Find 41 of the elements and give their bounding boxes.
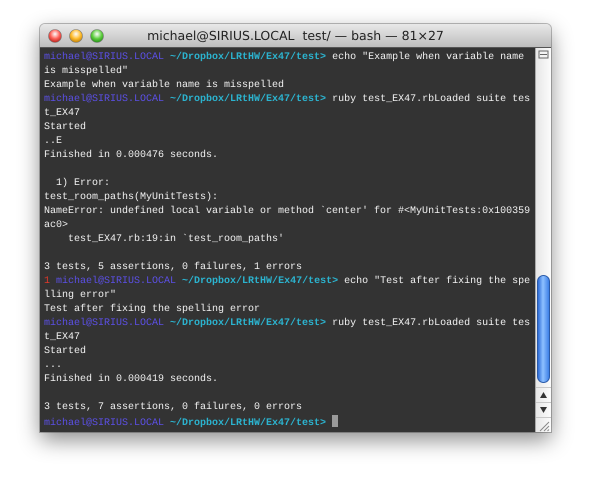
command-text: ruby test_EX47.rbLoaded suite tes [332,94,530,105]
terminal-line: Finished in 0.000419 seconds. [44,374,218,385]
terminal-line: Started [44,346,86,357]
prompt-path: ~/Dropbox/LRtHW/Ex47/test> [170,418,326,429]
terminal-line: NameError: undefined local variable or method `center' for #<MyUnitTests:0x100359 [44,206,530,217]
command-text: ruby test_EX47.rbLoaded suite tes [332,318,530,329]
prompt-path: ~/Dropbox/LRtHW/Ex47/test> [170,52,326,63]
terminal-line: t_EX47 [44,108,80,119]
terminal-line: 1) Error: [55,178,110,189]
command-text: echo "Test after fixing the spe [344,276,530,287]
close-icon[interactable] [48,28,62,42]
zoom-icon[interactable] [90,28,104,42]
prompt-user: michael@SIRIUS.LOCAL [44,318,164,329]
terminal-line: is misspelled" [44,66,128,77]
prompt-user: michael@SIRIUS.LOCAL [44,418,164,429]
resize-grip-icon[interactable] [536,417,551,432]
terminal-line: test_EX47.rb:19:in `test_room_paths' [67,234,284,245]
minimize-icon[interactable] [69,28,83,42]
terminal-line: ... [44,360,62,371]
prompt-path: ~/Dropbox/LRtHW/Ex47/test> [182,276,338,287]
terminal-line: ac0> [44,220,68,231]
terminal-line: Example when variable name is misspelled [44,80,284,91]
command-text: echo "Example when variable name [332,52,524,63]
terminal-line: test_room_paths(MyUnitTests): [44,192,218,203]
prompt-path: ~/Dropbox/LRtHW/Ex47/test> [170,94,326,105]
terminal-line: Test after fixing the spelling error [44,304,260,315]
window-title: michael@SIRIUS.LOCAL test/ — bash — 81×27 [146,28,445,43]
scrollbar[interactable] [535,48,551,432]
prompt-user: michael@SIRIUS.LOCAL [44,94,164,105]
terminal-line: 3 tests, 7 assertions, 0 failures, 0 errors [44,402,302,413]
prompt-user: michael@SIRIUS.LOCAL [44,52,164,63]
terminal-line: Started [44,122,86,133]
terminal-line: ..E [44,136,62,147]
terminal-line: t_EX47 [44,332,80,343]
terminal-line: Finished in 0.000476 seconds. [44,150,218,161]
terminal-line: 3 tests, 5 assertions, 0 failures, 1 errors [44,262,302,273]
prompt-path: ~/Dropbox/LRtHW/Ex47/test> [170,318,326,329]
exit-status: 1 [44,276,50,287]
prompt-user: michael@SIRIUS.LOCAL [56,276,176,287]
scroll-thumb[interactable] [537,275,550,383]
terminal-line: lling error" [44,290,116,301]
